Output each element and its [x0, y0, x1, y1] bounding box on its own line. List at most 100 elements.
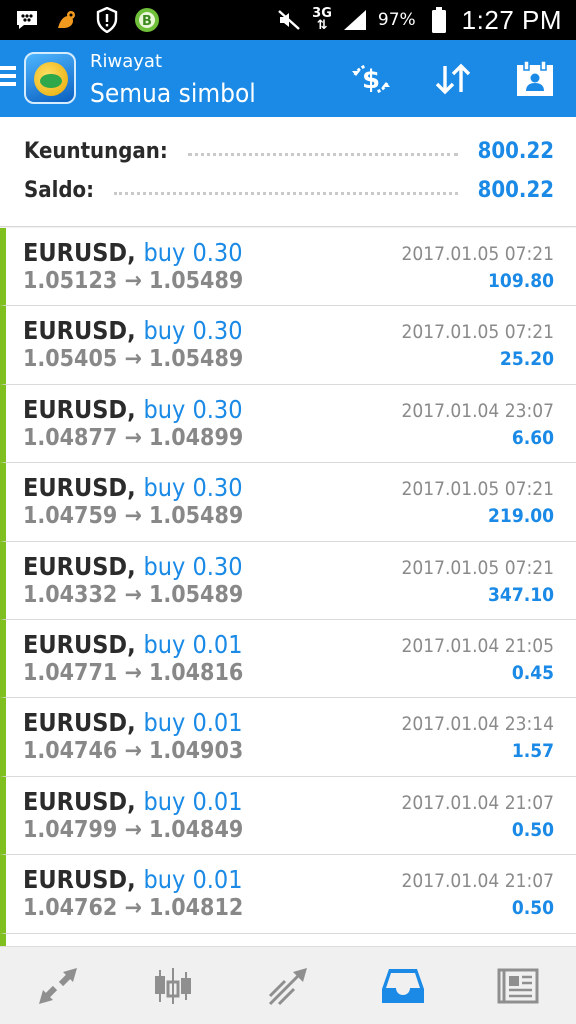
- trade-side: buy 0.30: [143, 394, 243, 424]
- separator: ,: [127, 316, 144, 346]
- separator: ,: [127, 786, 144, 816]
- trade-side: buy 0.30: [143, 551, 243, 581]
- trade-symbol: EURUSD, buy 0.30: [23, 473, 243, 502]
- trade-row[interactable]: EURUSD, buy 0.30 1.04877 → 1.04899 2017.01…: [0, 384, 576, 464]
- close-price: 1.04899: [149, 424, 244, 451]
- close-price: 1.05489: [149, 503, 244, 530]
- trade-icon: [268, 967, 307, 1005]
- profit-value: 800.22: [477, 138, 554, 164]
- trade-profit: 0.50: [511, 897, 554, 920]
- trade-time: 2017.01.04 23:14: [401, 713, 554, 736]
- arrow-icon: →: [124, 424, 142, 451]
- nav-quotes[interactable]: [0, 947, 115, 1024]
- network-type: 3G ⇅: [312, 6, 332, 33]
- trade-time: 2017.01.04 23:07: [401, 399, 554, 422]
- nav-news[interactable]: [461, 947, 576, 1024]
- trade-time: 2017.01.05 07:21: [401, 478, 554, 501]
- toolbar-subtitle: Riwayat: [90, 51, 162, 72]
- trade-prices: 1.04332 → 1.05489: [23, 582, 243, 608]
- trade-symbol: EURUSD, buy 0.30: [23, 316, 243, 345]
- trade-row[interactable]: EURUSD, buy 0.01 1.04771 → 1.04816 2017.01…: [0, 619, 576, 699]
- trade-time: 2017.01.05 07:21: [401, 321, 554, 344]
- trade-side: buy 0.01: [143, 708, 243, 738]
- close-price: 1.05489: [149, 581, 244, 608]
- balance-value: 800.22: [477, 177, 554, 203]
- arrow-icon: →: [124, 816, 142, 843]
- trade-time: 2017.01.05 07:21: [401, 243, 554, 265]
- open-price: 1.04762: [23, 895, 118, 922]
- nav-trade[interactable]: [230, 947, 345, 1024]
- trade-row[interactable]: EURUSD, buy 0.30 1.04759 → 1.05489 2017.01…: [0, 463, 576, 542]
- dotted-leader: [187, 146, 458, 156]
- arrow-icon: →: [124, 503, 142, 530]
- trade-row[interactable]: EURUSD, buy 0.01 1.04762 → 1.04812 2017.01…: [0, 855, 576, 934]
- close-price: 1.04812: [149, 895, 244, 922]
- symbol-name: EURUSD: [23, 629, 128, 659]
- arrow-icon: →: [124, 268, 142, 294]
- dollar-sync-icon[interactable]: $: [330, 40, 412, 117]
- menu-icon[interactable]: [0, 66, 18, 90]
- trade-symbol: EURUSD, buy 0.30: [23, 552, 243, 581]
- separator: ,: [127, 551, 144, 581]
- trade-symbol: EURUSD, buy 0.01: [23, 630, 243, 659]
- trade-time: 2017.01.04 21:07: [401, 791, 554, 814]
- trade-row[interactable]: EURUSD, buy 0.30 1.05123 → 1.05489 2017.01…: [0, 228, 576, 307]
- mute-icon: [276, 7, 302, 33]
- trade-row[interactable]: EURUSD, buy 0.01 1.04746 → 1.04903 2017.01…: [0, 698, 576, 777]
- separator: ,: [127, 238, 144, 267]
- shield-alert-icon: [94, 7, 120, 33]
- trade-prices: 1.04877 → 1.04899: [23, 425, 243, 451]
- trade-profit: 6.60: [511, 426, 554, 449]
- chart-icon: [154, 967, 191, 1004]
- trade-row[interactable]: EURUSD, buy 0.30 1.04332 → 1.05489 2017.01…: [0, 541, 576, 620]
- trade-symbol: EURUSD, buy 0.30: [23, 395, 243, 424]
- trade-prices: 1.04799 → 1.04849: [23, 817, 243, 843]
- trade-profit: 347.10: [488, 583, 554, 606]
- metatrader-logo[interactable]: [24, 52, 76, 104]
- trade-prices: 1.05405 → 1.05489: [23, 346, 243, 372]
- symbol-name: EURUSD: [23, 394, 128, 424]
- status-bar: B 3G ⇅ 97% 1:27 PM: [0, 0, 576, 40]
- trade-row[interactable]: EURUSD, buy 0.30 1.05405 → 1.05489 2017.01…: [0, 306, 576, 385]
- close-price: 1.05489: [149, 268, 244, 294]
- nav-chart[interactable]: [115, 947, 230, 1024]
- trade-time: 2017.01.05 07:21: [401, 556, 554, 579]
- history-icon: [382, 968, 425, 1003]
- clock: 1:27 PM: [461, 4, 562, 35]
- arrow-icon: →: [124, 659, 142, 686]
- trade-profit: 0.45: [511, 661, 554, 684]
- symbol-name: EURUSD: [23, 786, 128, 816]
- open-price: 1.05405: [23, 346, 118, 373]
- symbol-name: EURUSD: [23, 708, 128, 738]
- bottom-navigation: [0, 946, 576, 1024]
- arrow-icon: →: [124, 895, 142, 922]
- trade-symbol: EURUSD, buy 0.01: [23, 865, 243, 894]
- trade-history-list[interactable]: EURUSD, buy 0.30 1.05123 → 1.05489 2017.01…: [0, 228, 576, 946]
- trade-row-partial[interactable]: [0, 933, 576, 946]
- balance-row: Saldo: 800.22: [24, 173, 554, 207]
- trade-side: buy 0.30: [143, 316, 243, 346]
- balance-label: Saldo:: [24, 177, 95, 203]
- separator: ,: [127, 708, 144, 738]
- open-price: 1.04759: [23, 503, 118, 530]
- trade-prices: 1.04771 → 1.04816: [23, 660, 243, 686]
- close-price: 1.04849: [149, 816, 244, 843]
- trade-row[interactable]: EURUSD, buy 0.01 1.04799 → 1.04849 2017.01…: [0, 776, 576, 856]
- profit-row: Keuntungan: 800.22: [24, 134, 554, 168]
- symbol-name: EURUSD: [23, 865, 128, 895]
- news-icon: [497, 968, 539, 1003]
- sort-icon[interactable]: [412, 40, 494, 117]
- arrow-icon: →: [124, 346, 142, 373]
- trade-time: 2017.01.04 21:07: [401, 870, 554, 893]
- profit-label: Keuntungan:: [24, 138, 168, 164]
- trade-symbol: EURUSD, buy 0.01: [23, 787, 243, 816]
- trade-symbol: EURUSD, buy 0.30: [23, 238, 243, 267]
- open-price: 1.04332: [23, 581, 118, 608]
- nav-history[interactable]: [346, 947, 461, 1024]
- calendar-icon[interactable]: [494, 40, 576, 117]
- trade-side: buy 0.01: [143, 865, 243, 895]
- trade-prices: 1.04759 → 1.05489: [23, 503, 243, 529]
- symbol-filter-title[interactable]: Semua simbol: [90, 79, 256, 109]
- uc-browser-icon: [54, 7, 80, 33]
- trade-side: buy 0.30: [143, 473, 243, 503]
